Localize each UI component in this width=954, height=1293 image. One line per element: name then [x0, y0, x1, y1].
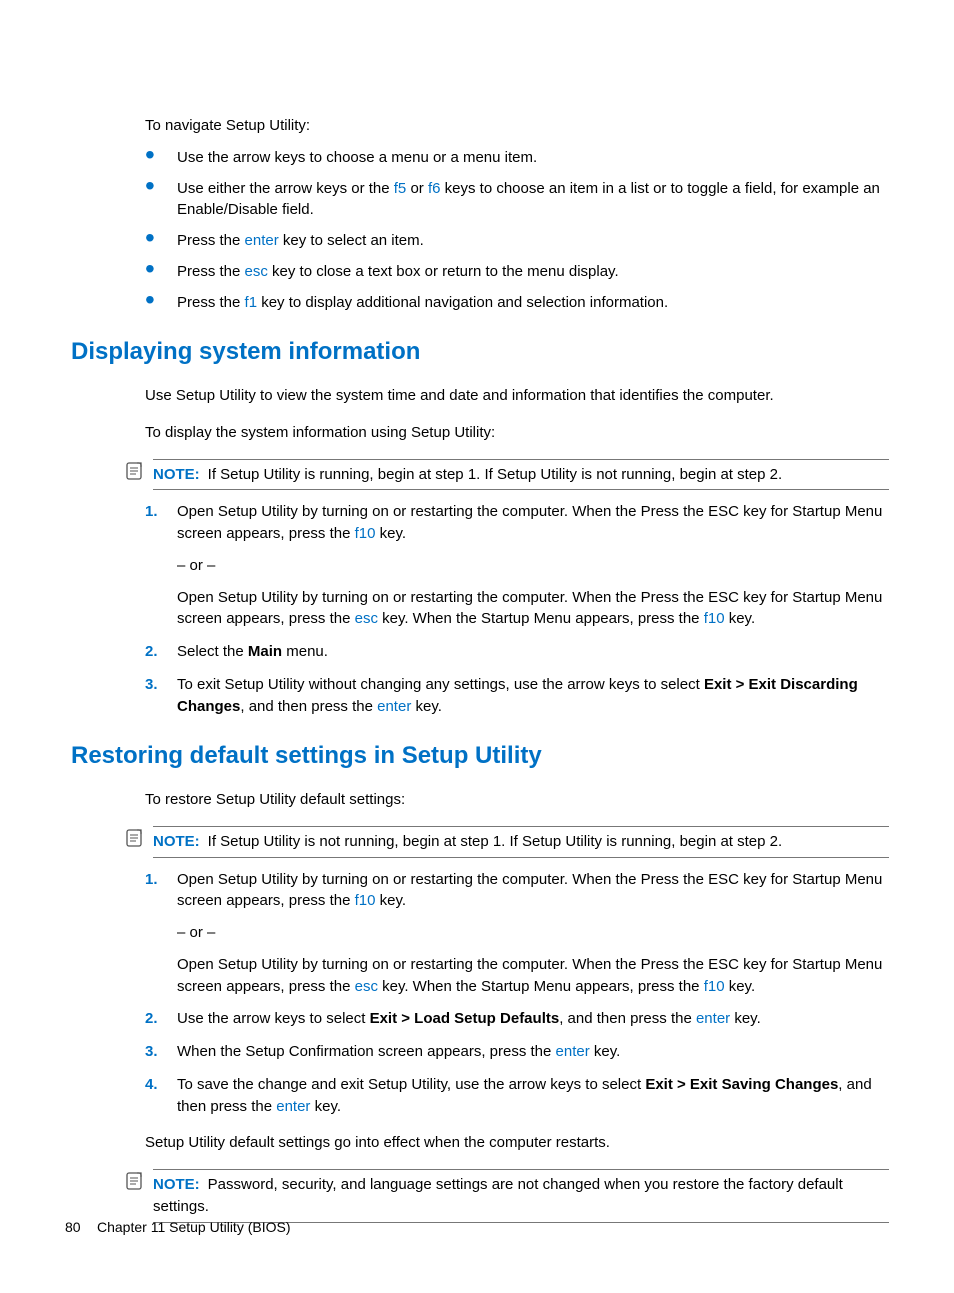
step-number: 1. — [145, 869, 177, 998]
heading-restoring-defaults: Restoring default settings in Setup Util… — [65, 739, 889, 774]
key-esc: esc — [245, 263, 268, 280]
key-esc: esc — [355, 978, 378, 995]
key-enter: enter — [696, 1010, 730, 1027]
note-label: NOTE: — [153, 833, 200, 850]
section-paragraph: To restore Setup Utility default setting… — [145, 789, 889, 811]
document-page: To navigate Setup Utility: •Use the arro… — [0, 0, 954, 1293]
step-body: Select the Main menu. — [177, 641, 889, 663]
key-enter: enter — [377, 698, 411, 715]
step-item: 1. Open Setup Utility by turning on or r… — [145, 501, 889, 630]
step-body: When the Setup Confirmation screen appea… — [177, 1041, 889, 1063]
key-f6: f6 — [428, 180, 441, 197]
bullet-dot: • — [145, 261, 177, 283]
step-item: 3. To exit Setup Utility without changin… — [145, 674, 889, 718]
step-body: To save the change and exit Setup Utilit… — [177, 1074, 889, 1118]
bullet-text: Press the f1 key to display additional n… — [177, 292, 889, 314]
steps-list-2: 1. Open Setup Utility by turning on or r… — [145, 869, 889, 1118]
bullet-dot: • — [145, 178, 177, 222]
bullet-text: Press the enter key to select an item. — [177, 230, 889, 252]
note-icon — [125, 461, 145, 481]
key-f10: f10 — [704, 978, 725, 995]
note-content: NOTE: If Setup Utility is running, begin … — [153, 459, 889, 491]
heading-displaying-system-info: Displaying system information — [65, 335, 889, 370]
step-item: 2. Select the Main menu. — [145, 641, 889, 663]
step-item: 2. Use the arrow keys to select Exit > L… — [145, 1008, 889, 1030]
note-text: Password, security, and language setting… — [153, 1176, 843, 1215]
bullet-dot: • — [145, 230, 177, 252]
step-number: 3. — [145, 674, 177, 718]
bold-main: Main — [248, 643, 282, 660]
or-separator: – or – — [177, 922, 889, 944]
step-item: 4. To save the change and exit Setup Uti… — [145, 1074, 889, 1118]
bold-exit-saving: Exit > Exit Saving Changes — [645, 1076, 838, 1093]
page-number: 80 — [65, 1217, 97, 1237]
bullet-text: Press the esc key to close a text box or… — [177, 261, 889, 283]
step-body: Open Setup Utility by turning on or rest… — [177, 501, 889, 630]
or-separator: – or – — [177, 555, 889, 577]
key-f10: f10 — [704, 610, 725, 627]
note-icon — [125, 1171, 145, 1191]
key-f5: f5 — [394, 180, 407, 197]
bullet-text: Use either the arrow keys or the f5 or f… — [177, 178, 889, 222]
key-enter: enter — [276, 1098, 310, 1115]
step-item: 1. Open Setup Utility by turning on or r… — [145, 869, 889, 998]
bullet-item: •Press the esc key to close a text box o… — [145, 261, 889, 283]
key-f10: f10 — [355, 525, 376, 542]
bullet-item: •Use the arrow keys to choose a menu or … — [145, 147, 889, 169]
navigation-bullets: •Use the arrow keys to choose a menu or … — [145, 147, 889, 314]
note-text: If Setup Utility is running, begin at st… — [208, 466, 783, 483]
note-content: NOTE: If Setup Utility is not running, be… — [153, 826, 889, 858]
section-paragraph: To display the system information using … — [145, 422, 889, 444]
key-esc: esc — [355, 610, 378, 627]
step-number: 1. — [145, 501, 177, 630]
step-body: Open Setup Utility by turning on or rest… — [177, 869, 889, 998]
step-number: 2. — [145, 641, 177, 663]
bullet-item: •Press the enter key to select an item. — [145, 230, 889, 252]
intro-text: To navigate Setup Utility: — [145, 115, 889, 137]
step-number: 3. — [145, 1041, 177, 1063]
page-footer: 80Chapter 11 Setup Utility (BIOS) — [65, 1217, 290, 1237]
note-block: NOTE:Password, security, and language se… — [125, 1169, 889, 1223]
note-block: NOTE: If Setup Utility is running, begin … — [125, 459, 889, 491]
section-paragraph: Use Setup Utility to view the system tim… — [145, 385, 889, 407]
note-icon — [125, 828, 145, 848]
note-label: NOTE: — [153, 1176, 200, 1193]
key-f10: f10 — [355, 892, 376, 909]
chapter-label: Chapter 11 Setup Utility (BIOS) — [97, 1219, 290, 1235]
bullet-text: Use the arrow keys to choose a menu or a… — [177, 147, 889, 169]
step-number: 2. — [145, 1008, 177, 1030]
note-block: NOTE: If Setup Utility is not running, be… — [125, 826, 889, 858]
key-enter: enter — [245, 232, 279, 249]
step-number: 4. — [145, 1074, 177, 1118]
bullet-dot: • — [145, 292, 177, 314]
note-label: NOTE: — [153, 466, 200, 483]
key-enter: enter — [556, 1043, 590, 1060]
note-text: If Setup Utility is not running, begin a… — [208, 833, 783, 850]
bullet-item: •Press the f1 key to display additional … — [145, 292, 889, 314]
key-f1: f1 — [245, 294, 258, 311]
note-content: NOTE:Password, security, and language se… — [153, 1169, 889, 1223]
bullet-item: •Use either the arrow keys or the f5 or … — [145, 178, 889, 222]
bullet-dot: • — [145, 147, 177, 169]
bold-exit-load-defaults: Exit > Load Setup Defaults — [370, 1010, 560, 1027]
steps-list-1: 1. Open Setup Utility by turning on or r… — [145, 501, 889, 717]
step-item: 3. When the Setup Confirmation screen ap… — [145, 1041, 889, 1063]
section-paragraph: Setup Utility default settings go into e… — [145, 1132, 889, 1154]
step-body: To exit Setup Utility without changing a… — [177, 674, 889, 718]
step-body: Use the arrow keys to select Exit > Load… — [177, 1008, 889, 1030]
